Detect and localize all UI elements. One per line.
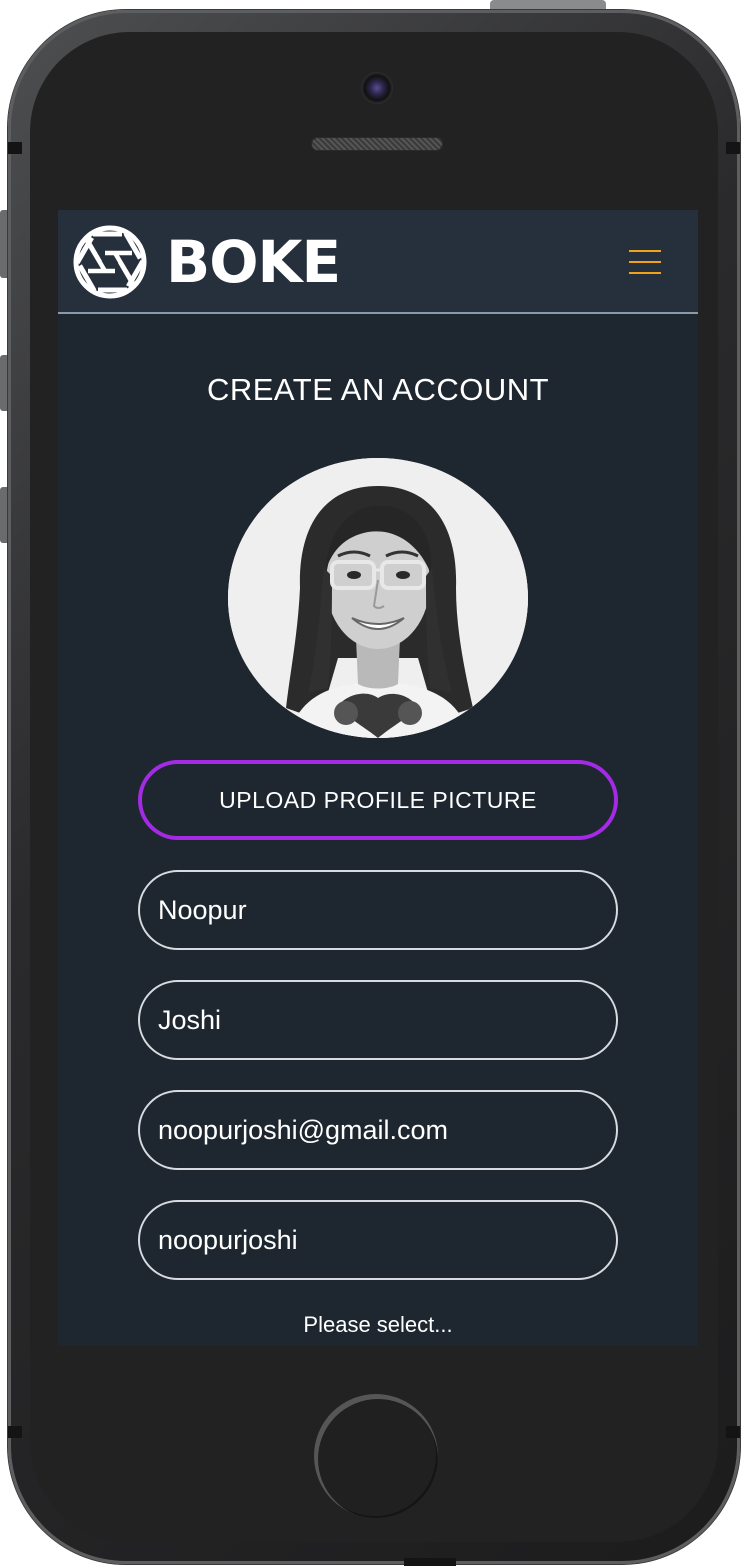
email-input[interactable] bbox=[138, 1090, 618, 1170]
select-placeholder[interactable]: Please select... bbox=[58, 1312, 698, 1338]
username-input[interactable] bbox=[138, 1200, 618, 1280]
menu-bar bbox=[629, 261, 661, 263]
antenna-line bbox=[726, 142, 740, 154]
first-name-input[interactable] bbox=[138, 870, 618, 950]
brand-name: BOKE bbox=[166, 228, 341, 296]
menu-bar bbox=[629, 250, 661, 252]
front-camera bbox=[361, 72, 393, 104]
antenna-line bbox=[404, 1558, 456, 1566]
home-button[interactable] bbox=[314, 1394, 438, 1518]
antenna-line bbox=[8, 1426, 22, 1438]
profile-photo bbox=[228, 458, 528, 738]
menu-bar bbox=[629, 272, 661, 274]
hamburger-menu-icon[interactable] bbox=[624, 246, 666, 280]
app-screen: BOKE CREATE AN ACCOUNT UPLOAD PROFILE PI… bbox=[58, 210, 698, 1346]
app-header: BOKE bbox=[58, 210, 698, 314]
antenna-line bbox=[726, 1426, 740, 1438]
upload-profile-picture-button[interactable]: UPLOAD PROFILE PICTURE bbox=[138, 760, 618, 840]
antenna-line bbox=[8, 142, 22, 154]
last-name-input[interactable] bbox=[138, 980, 618, 1060]
profile-avatar bbox=[228, 458, 528, 738]
camera-aperture-icon[interactable] bbox=[72, 224, 148, 300]
page-title: CREATE AN ACCOUNT bbox=[206, 372, 550, 407]
earpiece-speaker bbox=[311, 137, 443, 151]
